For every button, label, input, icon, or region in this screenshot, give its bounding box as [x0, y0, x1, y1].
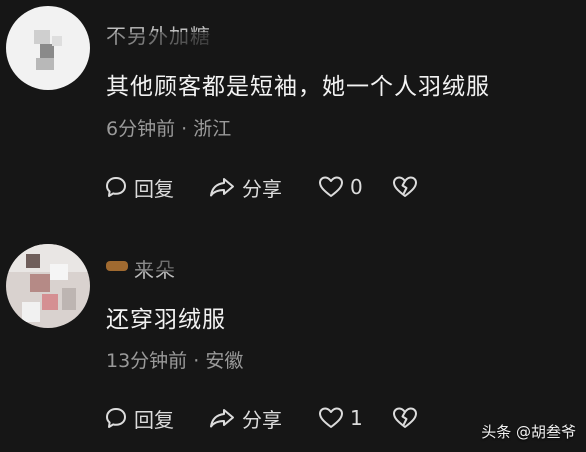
- dislike-button[interactable]: [392, 172, 418, 202]
- like-count: 1: [350, 406, 363, 430]
- comment-location: 浙江: [193, 118, 232, 140]
- reply-icon: [104, 406, 128, 430]
- share-button[interactable]: 分享: [208, 172, 282, 202]
- comment-time: 6分钟前: [106, 118, 176, 140]
- broken-heart-icon: [392, 175, 418, 199]
- reply-button[interactable]: 回复: [104, 403, 174, 433]
- username-blur: [104, 32, 224, 48]
- share-button[interactable]: 分享: [208, 403, 282, 433]
- comment-actions: 回复 分享 0: [104, 172, 434, 202]
- reply-icon: [104, 175, 128, 199]
- avatar[interactable]: [6, 244, 90, 328]
- comment-item: 来朵 还穿羽绒服 13分钟前 · 安徽 回复 分享 1: [0, 226, 586, 452]
- heart-icon: [318, 175, 344, 199]
- username-badge: [106, 261, 128, 271]
- watermark: 头条 @胡叁爷: [481, 423, 576, 441]
- comment-time: 13分钟前: [106, 350, 188, 372]
- heart-icon: [318, 406, 344, 430]
- broken-heart-icon: [392, 406, 418, 430]
- reply-button[interactable]: 回复: [104, 172, 174, 202]
- comment-meta: 6分钟前 · 浙江: [106, 114, 231, 141]
- comment-text: 还穿羽绒服: [106, 307, 226, 333]
- avatar[interactable]: [6, 6, 90, 90]
- share-icon: [208, 175, 236, 199]
- share-label: 分享: [242, 407, 282, 432]
- share-icon: [208, 406, 236, 430]
- share-label: 分享: [242, 176, 282, 201]
- comment-text: 其他顾客都是短袖，她一个人羽绒服: [106, 74, 490, 100]
- comment-location: 安徽: [205, 350, 244, 372]
- comment-meta: 13分钟前 · 安徽: [106, 346, 243, 373]
- comment-actions: 回复 分享 1: [104, 403, 434, 433]
- like-button[interactable]: 1: [318, 403, 363, 433]
- like-count: 0: [350, 175, 363, 199]
- dislike-button[interactable]: [392, 403, 418, 433]
- meta-separator: ·: [181, 118, 194, 140]
- comment-item: 不另外加糖 其他顾客都是短袖，她一个人羽绒服 6分钟前 · 浙江 回复 分享 0: [0, 0, 586, 226]
- like-button[interactable]: 0: [318, 172, 363, 202]
- reply-label: 回复: [134, 407, 174, 432]
- reply-label: 回复: [134, 176, 174, 201]
- username-blur: [130, 260, 210, 272]
- meta-separator: ·: [193, 350, 206, 372]
